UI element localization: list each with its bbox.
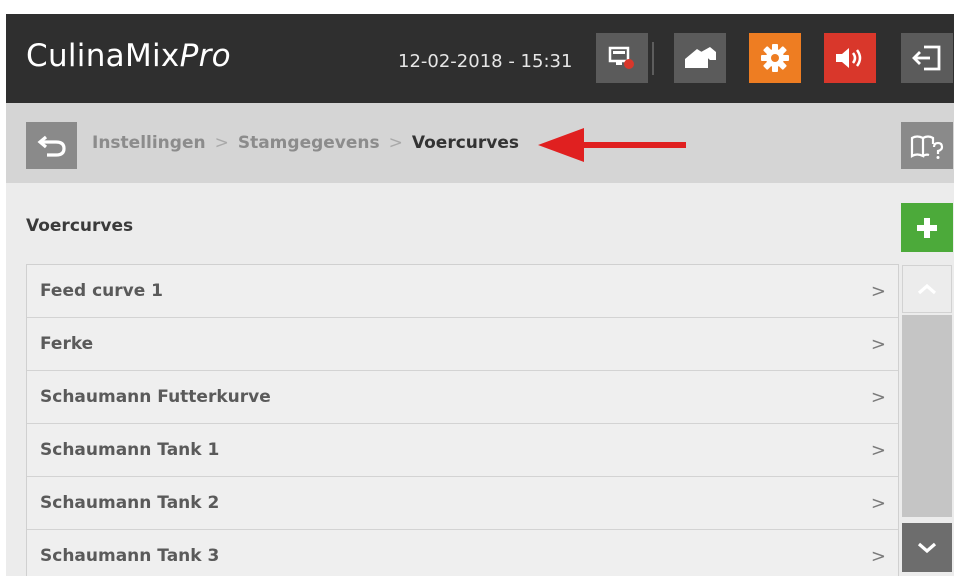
list-item[interactable]: Schaumann Tank 1 > <box>27 424 898 477</box>
manual-help-icon <box>910 134 944 159</box>
barn-home-icon <box>685 47 716 68</box>
list-item[interactable]: Schaumann Tank 3 > <box>27 530 898 576</box>
app-title: CulinaMixPro <box>26 38 231 74</box>
app-window: CulinaMixPro 12-02-2018 - 15:31 Instelli… <box>6 14 954 576</box>
monitor-status-icon <box>608 46 634 69</box>
back-arrow-icon <box>37 135 66 157</box>
status-button[interactable] <box>596 33 648 83</box>
annotation-arrow-icon <box>538 128 686 162</box>
list-item[interactable]: Feed curve 1 > <box>27 265 898 318</box>
add-curve-button[interactable] <box>901 203 953 252</box>
gear-icon <box>761 44 789 72</box>
chevron-right-icon: > <box>870 386 886 408</box>
list-item[interactable]: Ferke > <box>27 318 898 371</box>
breadcrumb-item-voercurves: Voercurves <box>411 133 520 153</box>
logout-icon <box>912 45 941 71</box>
sound-button[interactable] <box>824 33 876 83</box>
list-item-label: Ferke <box>40 334 94 354</box>
list-item[interactable]: Schaumann Futterkurve > <box>27 371 898 424</box>
back-button[interactable] <box>26 122 77 169</box>
chevron-down-icon <box>917 542 937 553</box>
list-item-label: Schaumann Futterkurve <box>40 387 271 407</box>
breadcrumb-separator: > <box>388 133 403 153</box>
plus-icon <box>917 217 937 238</box>
chevron-right-icon: > <box>870 333 886 355</box>
chevron-right-icon: > <box>870 545 886 567</box>
app-title-pro: Pro <box>179 38 231 74</box>
scrollbar-track[interactable] <box>902 315 952 517</box>
scroll-up-button[interactable] <box>902 265 952 313</box>
breadcrumb: Instellingen > Stamgegevens > Voercurves <box>92 133 519 153</box>
chevron-up-icon <box>917 283 937 295</box>
chevron-right-icon: > <box>870 280 886 302</box>
list-item-label: Schaumann Tank 2 <box>40 493 220 513</box>
header-divider <box>652 42 654 75</box>
top-bar: CulinaMixPro 12-02-2018 - 15:31 <box>6 14 954 103</box>
help-button[interactable] <box>901 122 953 169</box>
home-button[interactable] <box>674 33 726 83</box>
list-item-label: Feed curve 1 <box>40 281 163 301</box>
feed-curve-list: Feed curve 1 > Ferke > Schaumann Futterk… <box>26 264 899 576</box>
breadcrumb-bar: Instellingen > Stamgegevens > Voercurves <box>6 103 954 183</box>
list-item-label: Schaumann Tank 1 <box>40 440 220 460</box>
speaker-icon <box>836 48 862 68</box>
breadcrumb-item-stamgegevens[interactable]: Stamgegevens <box>238 133 380 153</box>
app-title-main: CulinaMix <box>26 38 180 74</box>
settings-button[interactable] <box>749 33 801 83</box>
breadcrumb-item-instellingen[interactable]: Instellingen <box>92 133 206 153</box>
breadcrumb-separator: > <box>214 133 229 153</box>
list-item-label: Schaumann Tank 3 <box>40 546 220 566</box>
list-item[interactable]: Schaumann Tank 2 > <box>27 477 898 530</box>
section-title: Voercurves <box>26 216 134 236</box>
logout-button[interactable] <box>901 33 953 83</box>
chevron-right-icon: > <box>870 492 886 514</box>
chevron-right-icon: > <box>870 439 886 461</box>
datetime-display: 12-02-2018 - 15:31 <box>398 51 573 72</box>
scroll-down-button[interactable] <box>902 523 952 572</box>
